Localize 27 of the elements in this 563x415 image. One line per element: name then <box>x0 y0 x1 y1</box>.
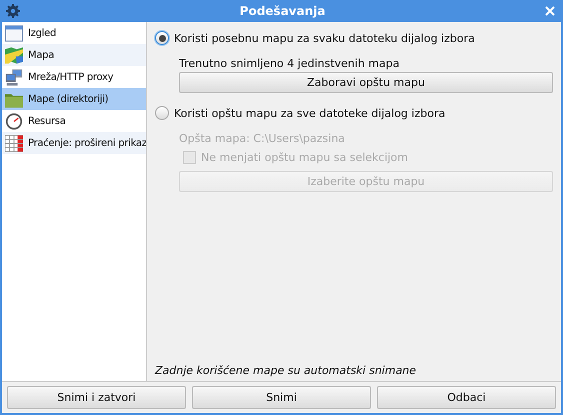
dialog-button[interactable]: Snimi i zatvori <box>7 386 186 409</box>
checkbox[interactable] <box>183 150 196 164</box>
radio-button[interactable] <box>155 106 169 120</box>
sidebar-item[interactable]: Izgled <box>2 22 146 44</box>
sidebar-item[interactable]: Praćenje: prošireni prikaz <box>2 132 146 154</box>
info-text: Opšta mapa: C:\Users\pazsina <box>179 130 346 146</box>
dialog-button[interactable]: Odbaci <box>377 386 556 409</box>
close-icon[interactable] <box>545 6 555 16</box>
computer-icon <box>5 68 23 86</box>
radio-label: Koristi posebnu mapu za svaku datoteku dijalog izbora <box>174 32 475 44</box>
sidebar-item[interactable]: Mape (direktoriji) <box>2 88 146 110</box>
window-icon <box>5 24 23 42</box>
dialog-button[interactable]: Snimi <box>192 386 371 409</box>
table-icon <box>5 134 23 152</box>
sidebar-item[interactable]: Resursa <box>2 110 146 132</box>
sidebar-item[interactable]: Mreža/HTTP proxy <box>2 66 146 88</box>
gauge-icon <box>5 112 23 130</box>
sidebar-item[interactable]: Mapa <box>2 44 146 66</box>
info-text: Trenutno snimljeno 4 jedinstvenih mapa <box>179 56 400 72</box>
checkbox-label: Ne menjati opštu mapu sa selekcijom <box>201 150 408 164</box>
map-icon <box>5 46 23 64</box>
radio-button[interactable] <box>155 31 169 45</box>
footnote-text: Zadnje korišćene mape su automatski snimane <box>155 364 418 377</box>
window-title: Podešavanja <box>238 4 326 18</box>
action-button[interactable]: Zaboravi opštu mapu <box>179 72 553 93</box>
settings-icon <box>6 4 20 18</box>
radio-label: Koristi opštu mapu za sve datoteke dijalog izbora <box>174 106 446 120</box>
